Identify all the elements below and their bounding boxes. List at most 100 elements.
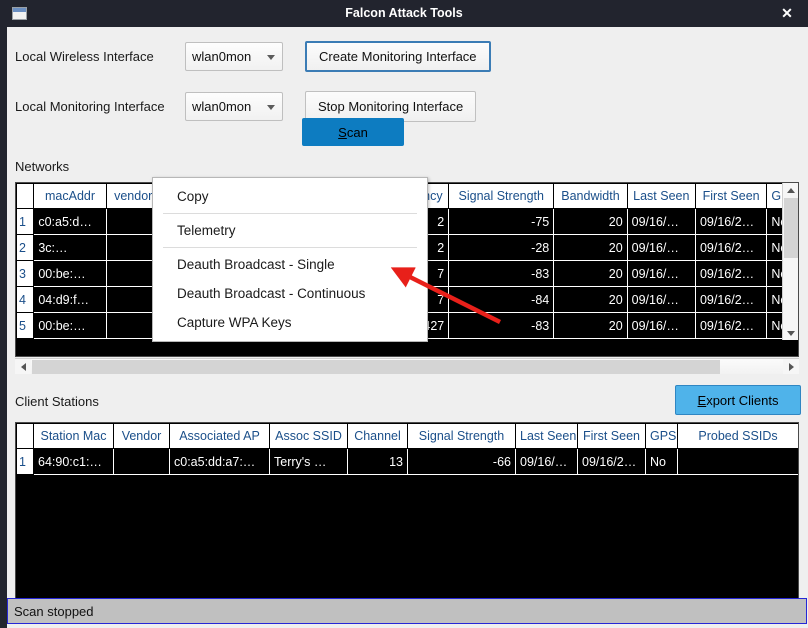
networks-col-first-seen[interactable]: First Seen [694,183,768,209]
context-menu-item-deauth-broadcast-single[interactable]: Deauth Broadcast - Single [153,250,427,279]
networks-cell-first_seen[interactable]: 09/16/2… [694,234,768,261]
chevron-down-icon [267,54,275,60]
networks-col-macaddr[interactable]: macAddr [33,183,107,209]
networks-hscrollbar[interactable] [15,358,799,374]
networks-cell-bandwidth[interactable]: 20 [553,286,628,313]
chevron-down-icon [267,104,275,110]
wireless-interface-label: Local Wireless Interface [15,49,154,64]
context-menu-item-telemetry[interactable]: Telemetry [153,216,427,245]
scroll-up-icon[interactable] [783,183,798,197]
networks-context-menu[interactable]: Copy Telemetry Deauth Broadcast - Single De… [152,177,428,342]
networks-cell-mac[interactable]: 00:be:… [33,312,107,339]
networks-col-signal-strength[interactable]: Signal Strength [448,183,555,209]
networks-cell-mac[interactable]: 00:be:… [33,260,107,287]
clients-col-vendor[interactable]: Vendor [113,423,170,449]
clients-col-station-mac[interactable]: Station Mac [33,423,114,449]
networks-hscroll-thumb[interactable] [32,360,720,374]
networks-cell-signal[interactable]: -83 [448,260,555,287]
monitoring-interface-select[interactable]: wlan0mon [185,92,283,121]
clients-header-row: Station Mac Vendor Associated AP Assoc SSID… [16,423,798,449]
networks-col-rownum[interactable] [16,183,35,209]
networks-cell-bandwidth[interactable]: 20 [553,208,628,235]
clients-cell-signal[interactable]: -66 [407,448,516,475]
networks-vscrollbar[interactable] [782,183,798,340]
clients-col-first-seen[interactable]: First Seen [577,423,646,449]
clients-cell-channel[interactable]: 13 [347,448,408,475]
clients-cell-first_seen[interactable]: 09/16/2… [577,448,646,475]
networks-cell-last_seen[interactable]: 09/16/… [626,234,696,261]
clients-col-signal-strength[interactable]: Signal Strength [407,423,516,449]
scroll-down-icon[interactable] [783,326,798,340]
networks-cell-n[interactable]: 4 [16,286,35,313]
networks-cell-first_seen[interactable]: 09/16/2… [694,286,768,313]
networks-cell-signal[interactable]: -28 [448,234,555,261]
context-menu-item-copy[interactable]: Copy [153,182,427,211]
scroll-left-icon[interactable] [15,359,31,374]
networks-cell-signal[interactable]: -83 [448,312,555,339]
networks-cell-last_seen[interactable]: 09/16/… [626,208,696,235]
networks-cell-mac[interactable]: c0:a5:d… [33,208,107,235]
clients-col-rownum[interactable] [16,423,34,449]
networks-cell-n[interactable]: 1 [16,208,35,235]
networks-cell-last_seen[interactable]: 09/16/… [626,312,696,339]
networks-col-last-seen[interactable]: Last Seen [626,183,696,209]
clients-cell-assoc_ap[interactable]: c0:a5:dd:a7:… [169,448,270,475]
clients-col-channel[interactable]: Channel [347,423,408,449]
networks-cell-signal[interactable]: -75 [448,208,555,235]
networks-cell-mac[interactable]: 3c:… [33,234,107,261]
monitoring-interface-label: Local Monitoring Interface [15,99,165,114]
export-clients-button[interactable]: Export Clients [675,385,801,415]
networks-vscroll-thumb[interactable] [784,198,798,258]
scan-button[interactable]: Scan [302,118,404,146]
clients-cell-vendor[interactable] [113,448,170,475]
clients-cell-n[interactable]: 1 [16,448,34,475]
clients-col-assoc-ssid[interactable]: Assoc SSID [269,423,348,449]
context-menu-item-deauth-broadcast-continuous[interactable]: Deauth Broadcast - Continuous [153,279,427,308]
context-menu-item-capture-wpa-keys[interactable]: Capture WPA Keys [153,308,427,337]
networks-cell-mac[interactable]: 04:d9:f… [33,286,107,313]
networks-cell-n[interactable]: 2 [16,234,35,261]
clients-col-last-seen[interactable]: Last Seen [515,423,578,449]
export-clients-mnemonic: E [697,392,707,408]
networks-cell-bandwidth[interactable]: 20 [553,234,628,261]
monitoring-interface-row: Local Monitoring Interface wlan0mon Stop… [15,91,477,122]
wireless-interface-value: wlan0mon [192,49,252,64]
window-title: Falcon Attack Tools [345,6,463,20]
networks-cell-last_seen[interactable]: 09/16/… [626,260,696,287]
clients-cell-gps[interactable]: No [645,448,678,475]
context-menu-separator [163,213,417,214]
clients-cell-assoc_ssid[interactable]: Terry's … [269,448,348,475]
scroll-right-icon[interactable] [783,359,799,374]
client-stations-table[interactable]: Station Mac Vendor Associated AP Assoc SSID… [15,422,799,607]
status-text: Scan stopped [14,603,94,619]
networks-cell-first_seen[interactable]: 09/16/2… [694,260,768,287]
networks-cell-first_seen[interactable]: 09/16/2… [694,312,768,339]
window-icon [12,7,27,20]
networks-cell-signal[interactable]: -84 [448,286,555,313]
clients-cell-probed[interactable] [677,448,798,475]
networks-cell-first_seen[interactable]: 09/16/2… [694,208,768,235]
context-menu-separator [163,247,417,248]
wireless-interface-row: Local Wireless Interface wlan0mon Create… [15,41,491,72]
clients-cell-station_mac[interactable]: 64:90:c1:… [33,448,114,475]
networks-cell-last_seen[interactable]: 09/16/… [626,286,696,313]
networks-col-bandwidth[interactable]: Bandwidth [553,183,628,209]
networks-cell-bandwidth[interactable]: 20 [553,312,628,339]
monitoring-interface-value: wlan0mon [192,99,252,114]
clients-cell-last_seen[interactable]: 09/16/… [515,448,578,475]
title-bar: Falcon Attack Tools ✕ [0,0,808,27]
clients-body: 1 64:90:c1:… c0:a5:dd:a7:… Terry's … 13 -66 09… [16,448,798,475]
export-clients-label: xport Clients [706,392,779,408]
wireless-interface-select[interactable]: wlan0mon [185,42,283,71]
client-stations-caption: Client Stations [15,394,99,409]
clients-col-gps[interactable]: GPS [645,423,678,449]
networks-cell-n[interactable]: 5 [16,312,35,339]
table-row[interactable]: 1 64:90:c1:… c0:a5:dd:a7:… Terry's … 13 -66 09… [16,448,798,475]
create-monitoring-interface-button[interactable]: Create Monitoring Interface [305,41,491,72]
clients-col-associated-ap[interactable]: Associated AP [169,423,270,449]
networks-cell-n[interactable]: 3 [16,260,35,287]
close-icon[interactable]: ✕ [776,0,798,27]
status-bar: Scan stopped [7,598,807,624]
clients-col-probed-ssids[interactable]: Probed SSIDs [677,423,798,449]
networks-cell-bandwidth[interactable]: 20 [553,260,628,287]
